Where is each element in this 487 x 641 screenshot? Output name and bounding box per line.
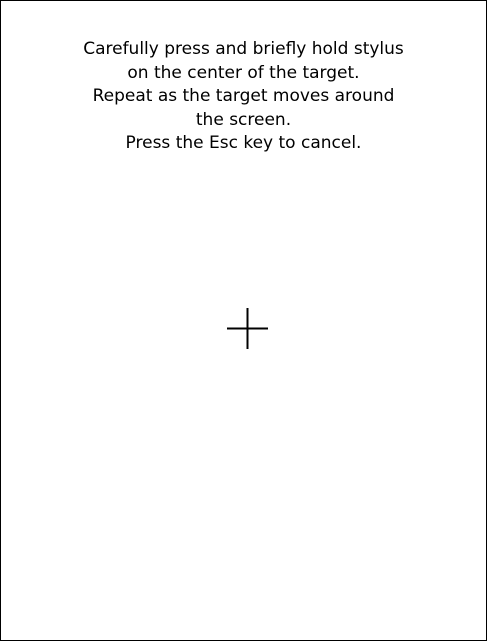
calibration-screen[interactable]: Carefully press and briefly hold stylus … xyxy=(0,0,487,641)
instruction-line: Press the Esc key to cancel. xyxy=(125,133,362,153)
calibration-instructions: Carefully press and briefly hold stylus … xyxy=(1,38,486,156)
instruction-line: Repeat as the target moves around xyxy=(92,86,395,106)
instruction-line: Carefully press and briefly hold stylus xyxy=(83,39,404,59)
instruction-line: on the center of the target. xyxy=(127,62,360,83)
instruction-line: the screen. xyxy=(195,109,292,130)
crosshair-icon xyxy=(227,308,268,349)
calibration-target[interactable] xyxy=(227,308,268,349)
